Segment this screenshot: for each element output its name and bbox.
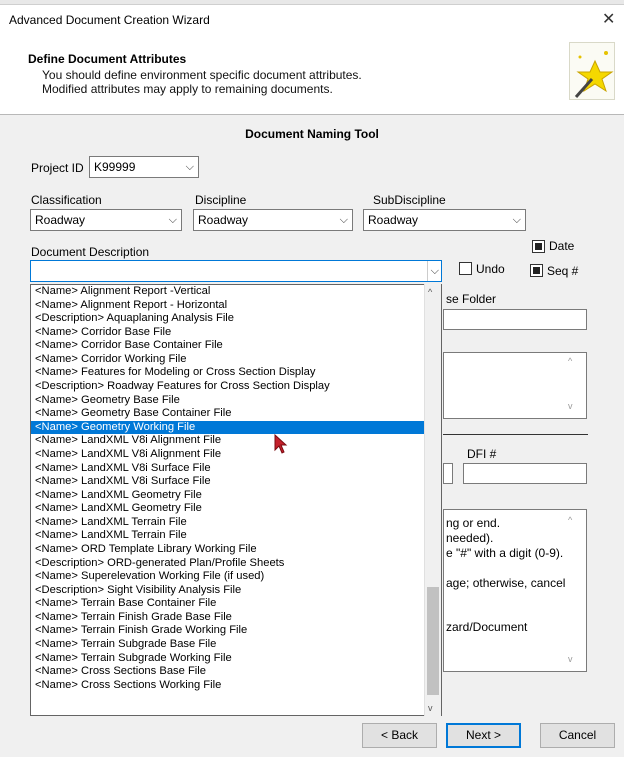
dropdown-item[interactable]: <Name> Corridor Base Container File — [31, 339, 441, 353]
classification-label: Classification — [31, 193, 102, 207]
page-title: Define Document Attributes — [28, 52, 187, 66]
description-combo[interactable]: ⌵ — [30, 260, 442, 282]
dropdown-item[interactable]: <Name> LandXML Geometry File — [31, 502, 441, 516]
scroll-up-icon[interactable]: ^ — [568, 515, 572, 525]
dropdown-item[interactable]: <Name> Cross Sections Base File — [31, 665, 441, 679]
description-label: Document Description — [31, 245, 150, 259]
window-title: Advanced Document Creation Wizard — [9, 13, 210, 27]
project-id-label: Project ID — [31, 161, 84, 175]
help-line-1: ng or end. — [446, 516, 501, 530]
scroll-down-icon[interactable]: v — [568, 401, 573, 411]
dropdown-item[interactable]: <Description> Sight Visibility Analysis … — [31, 584, 441, 598]
header-subtitle-1: You should define environment specific d… — [42, 68, 362, 82]
subdiscipline-value: Roadway — [368, 213, 419, 227]
dropdown-item[interactable]: <Name> Terrain Finish Grade Working File — [31, 624, 441, 638]
close-icon[interactable]: ✕ — [602, 9, 615, 29]
divider — [443, 434, 588, 435]
scroll-up-icon[interactable]: ^ — [568, 356, 572, 366]
project-id-select[interactable]: K99999 ⌵ — [89, 156, 199, 178]
dropdown-item[interactable]: <Name> Alignment Report -Vertical — [31, 285, 441, 299]
discipline-select[interactable]: Roadway ⌵ — [193, 209, 353, 231]
chevron-down-icon: ⌵ — [168, 214, 177, 226]
seq-label: Seq # — [547, 264, 579, 278]
dropdown-item[interactable]: <Name> Geometry Base Container File — [31, 407, 441, 421]
date-label: Date — [549, 239, 575, 253]
seq-checkbox[interactable] — [530, 264, 543, 277]
scroll-up-icon[interactable]: ^ — [428, 287, 432, 297]
project-id-value: K99999 — [94, 160, 136, 174]
dropdown-item[interactable]: <Name> Corridor Base File — [31, 326, 441, 340]
date-checkbox[interactable] — [532, 240, 545, 253]
dropdown-item[interactable]: <Name> Superelevation Working File (if u… — [31, 570, 441, 584]
subdiscipline-label: SubDiscipline — [373, 193, 446, 207]
dropdown-item[interactable]: <Name> Geometry Working File — [31, 420, 441, 435]
help-line-5: zard/Document — [446, 620, 528, 634]
tool-title: Document Naming Tool — [245, 127, 379, 141]
back-button[interactable]: < Back — [362, 723, 437, 748]
dropdown-item[interactable]: <Name> LandXML V8i Surface File — [31, 475, 441, 489]
dropdown-item[interactable]: <Name> Terrain Subgrade Working File — [31, 652, 441, 666]
dropdown-item[interactable]: <Name> Terrain Finish Grade Base File — [31, 611, 441, 625]
classification-select[interactable]: Roadway ⌵ — [30, 209, 182, 231]
dropdown-item[interactable]: <Description> Aquaplaning Analysis File — [31, 312, 441, 326]
folder-label: se Folder — [446, 292, 497, 306]
undo-checkbox[interactable] — [459, 262, 472, 275]
dropdown-item[interactable]: <Name> LandXML V8i Surface File — [31, 462, 441, 476]
dropdown-item[interactable]: <Name> LandXML Geometry File — [31, 489, 441, 503]
description-dropdown-list[interactable]: <Name> Alignment Report -Vertical <Name> … — [30, 284, 442, 716]
chevron-down-icon: ⌵ — [185, 161, 194, 173]
dropdown-item[interactable]: <Name> ORD Template Library Working File — [31, 543, 441, 557]
scroll-down-icon[interactable]: v — [568, 654, 573, 664]
dfi-input[interactable] — [463, 463, 587, 484]
dropdown-item[interactable]: <Name> LandXML V8i Alignment File — [31, 434, 441, 448]
undo-label: Undo — [476, 262, 505, 276]
dropdown-item[interactable]: <Description> ORD-generated Plan/Profile… — [31, 557, 441, 571]
chevron-down-icon: ⌵ — [426, 261, 439, 281]
dropdown-item[interactable]: <Description> Roadway Features for Cross… — [31, 380, 441, 394]
scrollbar-thumb[interactable] — [427, 587, 439, 695]
scroll-down-icon[interactable]: v — [428, 703, 433, 713]
wizard-wand-icon — [569, 42, 615, 100]
dropdown-item[interactable]: <Name> LandXML Terrain File — [31, 516, 441, 530]
discipline-label: Discipline — [195, 193, 247, 207]
help-line-4: age; otherwise, cancel — [446, 576, 566, 590]
chevron-down-icon: ⌵ — [339, 214, 348, 226]
dropdown-item[interactable]: <Name> Cross Sections Working File — [31, 679, 441, 693]
next-button[interactable]: Next > — [446, 723, 521, 748]
help-line-2: needed). — [446, 531, 494, 545]
dropdown-item[interactable]: <Name> Terrain Base Container File — [31, 597, 441, 611]
discipline-value: Roadway — [198, 213, 249, 227]
subdiscipline-select[interactable]: Roadway ⌵ — [363, 209, 526, 231]
dropdown-item[interactable]: <Name> LandXML V8i Alignment File — [31, 448, 441, 462]
dropdown-item[interactable]: <Name> Features for Modeling or Cross Se… — [31, 366, 441, 380]
dropdown-item[interactable]: <Name> LandXML Terrain File — [31, 529, 441, 543]
dropdown-item[interactable]: <Name> Corridor Working File — [31, 353, 441, 367]
notes-textarea[interactable] — [443, 352, 587, 419]
header-subtitle-2: Modified attributes may apply to remaini… — [42, 82, 333, 96]
dropdown-item[interactable]: <Name> Terrain Subgrade Base File — [31, 638, 441, 652]
dropdown-item[interactable]: <Name> Alignment Report - Horizontal — [31, 299, 441, 313]
mouse-cursor-icon — [274, 433, 288, 457]
cancel-button[interactable]: Cancel — [540, 723, 615, 748]
help-line-3: e "#" with a digit (0-9). — [446, 546, 564, 560]
dfi-left-input[interactable] — [443, 463, 453, 484]
dfi-label: DFI # — [467, 447, 497, 461]
chevron-down-icon: ⌵ — [512, 214, 521, 226]
folder-input[interactable] — [443, 309, 587, 330]
dropdown-item[interactable]: <Name> Geometry Base File — [31, 394, 441, 408]
classification-value: Roadway — [35, 213, 86, 227]
